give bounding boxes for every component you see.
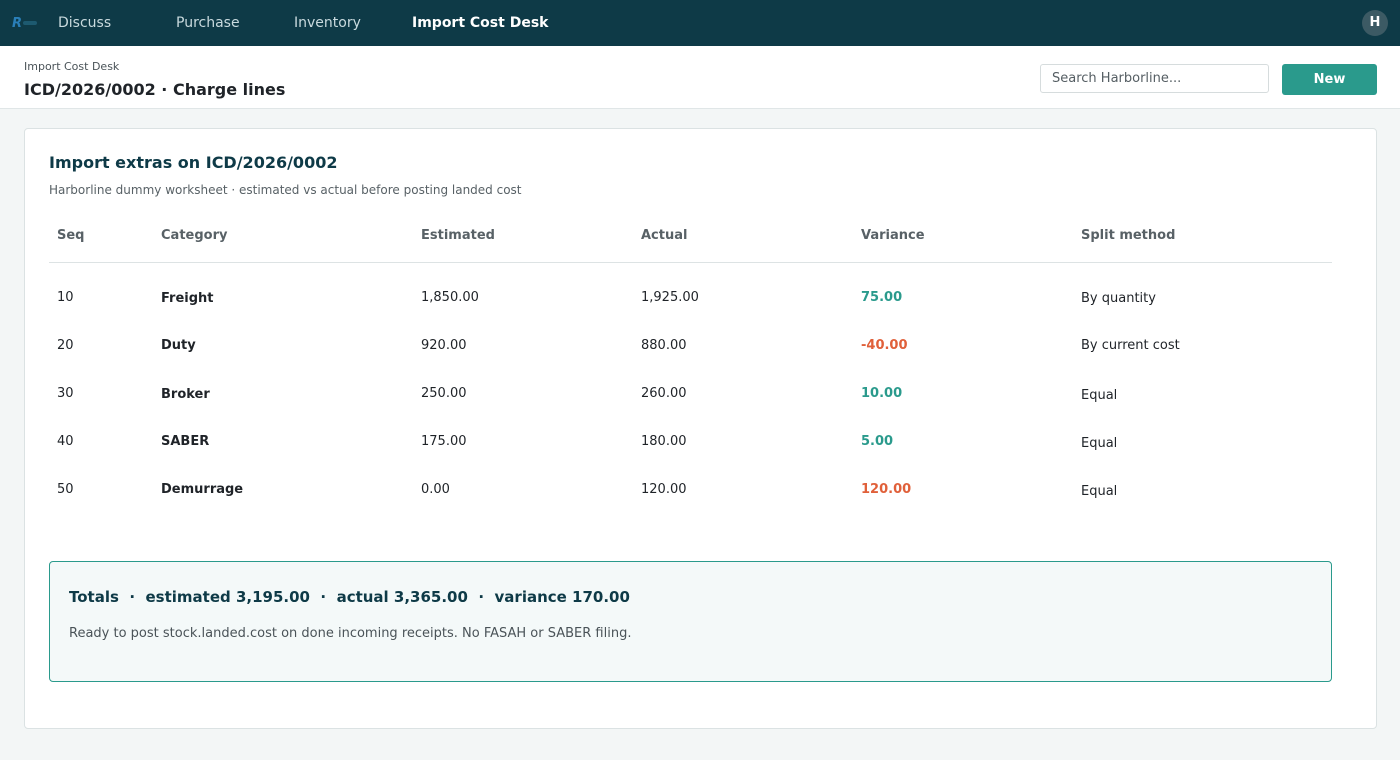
column-header-variance[interactable]: Variance <box>861 228 925 243</box>
row-variance: 75.00 <box>861 290 903 305</box>
totals-summary-box: Totals · estimated 3,195.00 · actual 3,3… <box>49 561 1332 682</box>
header-divider <box>49 262 1332 263</box>
charge-lines-card: Import extras on ICD/2026/0002 Harborlin… <box>24 128 1377 729</box>
row-variance: 5.00 <box>861 434 894 449</box>
column-header-estimated[interactable]: Estimated <box>421 228 495 243</box>
row-category: Demurrage <box>161 482 244 497</box>
nav-item-inventory[interactable]: Inventory <box>294 0 361 46</box>
column-header-split-method[interactable]: Split method <box>1081 228 1175 243</box>
nav-item-purchase[interactable]: Purchase <box>176 0 240 46</box>
row-estimated: 175.00 <box>421 434 467 449</box>
nav-item-import-cost-desk[interactable]: Import Cost Desk <box>412 0 548 46</box>
user-avatar[interactable]: H <box>1362 10 1388 36</box>
row-estimated: 250.00 <box>421 386 467 401</box>
row-seq: 20 <box>57 338 74 353</box>
row-variance: 120.00 <box>861 482 912 497</box>
row-estimated: 920.00 <box>421 338 467 353</box>
row-seq: 30 <box>57 386 74 401</box>
row-seq: 50 <box>57 482 74 497</box>
row-split-method: By current cost <box>1081 338 1180 353</box>
row-actual: 260.00 <box>641 386 687 401</box>
row-seq: 10 <box>57 290 74 305</box>
row-actual: 880.00 <box>641 338 687 353</box>
column-header-actual[interactable]: Actual <box>641 228 687 243</box>
row-category: Broker <box>161 387 210 402</box>
app-logo-icon[interactable]: R <box>10 12 50 32</box>
card-subtitle: Harborline dummy worksheet · estimated v… <box>49 183 522 197</box>
page-header: Import Cost Desk ICD/2026/0002 · Charge … <box>0 46 1400 109</box>
top-nav: R Discuss Purchase Inventory Import Cost… <box>0 0 1400 46</box>
row-actual: 120.00 <box>641 482 687 497</box>
totals-line: Totals · estimated 3,195.00 · actual 3,3… <box>69 588 630 606</box>
nav-item-discuss[interactable]: Discuss <box>58 0 111 46</box>
svg-text:R: R <box>12 16 22 31</box>
row-actual: 1,925.00 <box>641 290 699 305</box>
row-split-method: Equal <box>1081 388 1118 403</box>
search-input[interactable] <box>1040 64 1269 93</box>
column-header-category[interactable]: Category <box>161 228 227 243</box>
card-title: Import extras on ICD/2026/0002 <box>49 153 338 172</box>
row-estimated: 1,850.00 <box>421 290 479 305</box>
row-seq: 40 <box>57 434 74 449</box>
totals-note: Ready to post stock.landed.cost on done … <box>69 626 632 641</box>
breadcrumb[interactable]: Import Cost Desk <box>24 60 119 73</box>
row-estimated: 0.00 <box>421 482 450 497</box>
row-variance: 10.00 <box>861 386 903 401</box>
column-header-seq[interactable]: Seq <box>57 228 85 243</box>
row-split-method: By quantity <box>1081 291 1156 306</box>
row-actual: 180.00 <box>641 434 687 449</box>
row-split-method: Equal <box>1081 436 1118 451</box>
new-button[interactable]: New <box>1282 64 1377 95</box>
row-category: Freight <box>161 291 214 306</box>
row-category: SABER <box>161 434 210 449</box>
page-title: ICD/2026/0002 · Charge lines <box>24 80 286 99</box>
row-split-method: Equal <box>1081 484 1118 499</box>
row-variance: -40.00 <box>861 338 908 353</box>
row-category: Duty <box>161 338 196 353</box>
